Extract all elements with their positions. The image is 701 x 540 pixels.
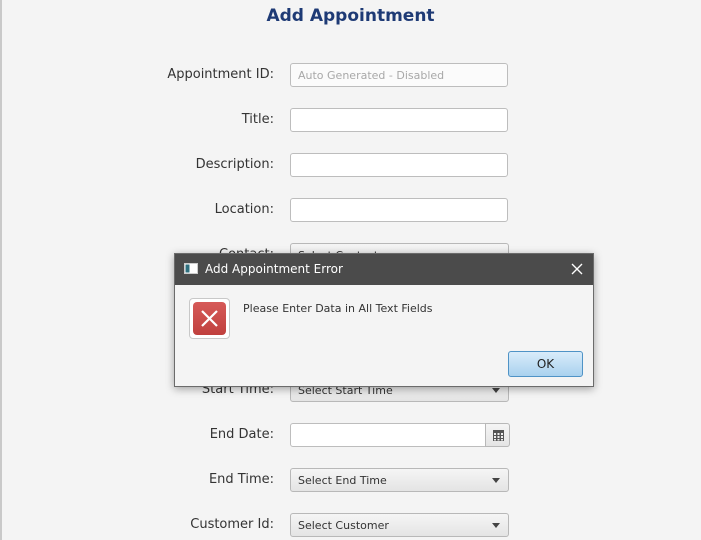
app-window-icon: [184, 263, 198, 274]
error-dialog: Add Appointment Error Please Enter Data …: [174, 253, 594, 387]
end-date-picker-button[interactable]: [485, 423, 510, 447]
chevron-down-icon: [492, 523, 500, 528]
description-row: Description:: [0, 153, 701, 179]
end-date-row: End Date:: [0, 423, 701, 449]
ok-button[interactable]: OK: [508, 351, 583, 377]
customer-select[interactable]: Select Customer: [290, 513, 509, 537]
customer-select-value: Select Customer: [298, 519, 389, 532]
title-input[interactable]: [290, 108, 508, 132]
error-icon-frame: [189, 298, 230, 339]
location-input[interactable]: [290, 198, 508, 222]
end-date-input[interactable]: [290, 423, 486, 447]
appointment-id-label: Appointment ID:: [167, 67, 274, 82]
end-time-label: End Time:: [208, 472, 274, 487]
appointment-id-field: Auto Generated - Disabled: [290, 63, 508, 87]
end-time-row: End Time: Select End Time: [0, 468, 701, 494]
customer-id-row: Customer Id: Select Customer: [0, 513, 701, 539]
title-label: Title:: [241, 112, 274, 127]
dialog-body: Please Enter Data in All Text Fields OK: [175, 285, 593, 386]
description-label: Description:: [195, 157, 274, 172]
dialog-title: Add Appointment Error: [205, 262, 343, 276]
dialog-titlebar[interactable]: Add Appointment Error: [175, 254, 593, 285]
end-time-select[interactable]: Select End Time: [290, 468, 509, 492]
chevron-down-icon: [492, 478, 500, 483]
x-mark-icon: [201, 310, 218, 327]
dialog-message: Please Enter Data in All Text Fields: [243, 302, 433, 315]
error-icon: [193, 302, 226, 335]
page-title: Add Appointment: [266, 6, 435, 26]
calendar-icon: [493, 430, 504, 441]
end-time-select-value: Select End Time: [298, 474, 387, 487]
appointment-id-row: Appointment ID: Auto Generated - Disable…: [0, 63, 701, 89]
title-row: Title:: [0, 108, 701, 134]
chevron-down-icon: [492, 388, 500, 393]
description-input[interactable]: [290, 153, 508, 177]
close-icon[interactable]: [571, 263, 583, 275]
end-date-label: End Date:: [209, 427, 274, 442]
customer-id-label: Customer Id:: [190, 517, 274, 532]
location-row: Location:: [0, 198, 701, 224]
location-label: Location:: [214, 202, 274, 217]
